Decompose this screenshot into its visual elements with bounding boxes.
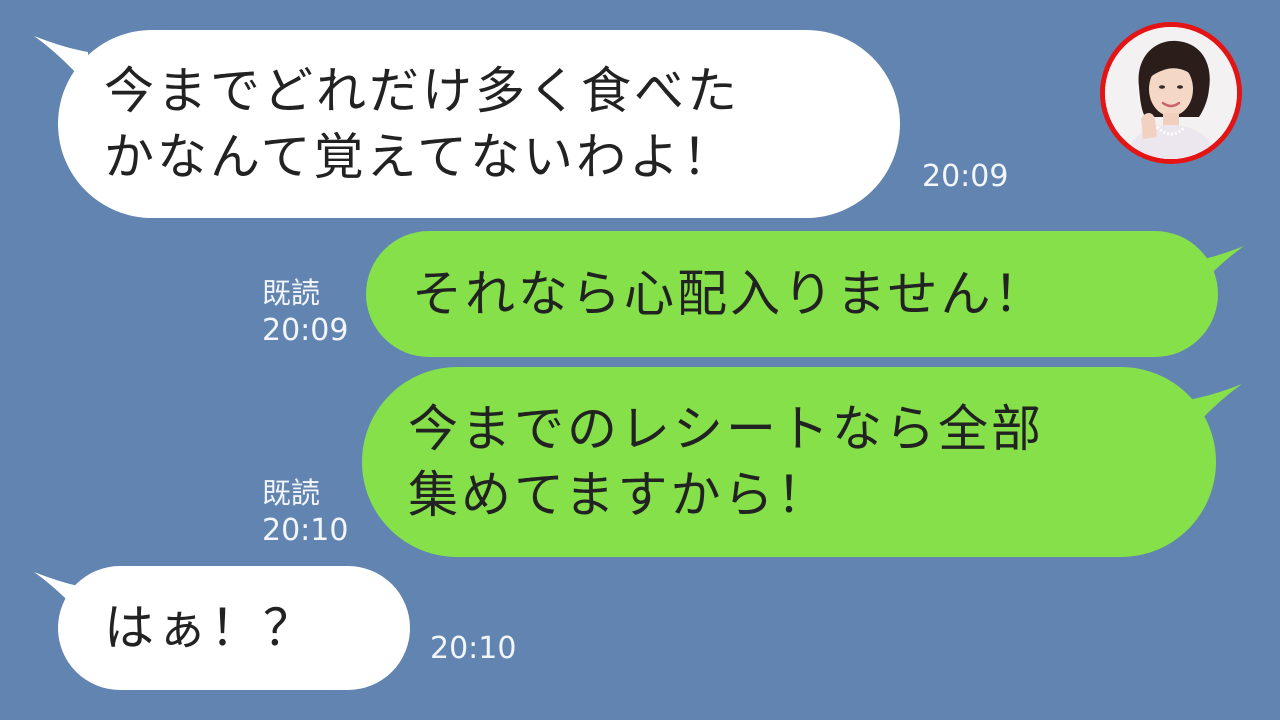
read-receipt-label: 既読 bbox=[262, 476, 321, 510]
message-line: 今までのレシートなら全部 bbox=[408, 400, 1044, 458]
message-time: 20:09 bbox=[922, 159, 1009, 194]
message-line: はぁ！？ bbox=[104, 599, 316, 657]
message-line: かなんて覚えてないわよ！ bbox=[104, 128, 735, 186]
message-bubble-outgoing[interactable]: それなら心配入りません！ bbox=[366, 231, 1218, 357]
message-time: 20:10 bbox=[262, 513, 349, 548]
message-time: 20:09 bbox=[262, 313, 349, 348]
contact-avatar[interactable] bbox=[1100, 22, 1242, 164]
message-bubble-incoming[interactable]: 今までどれだけ多く食べた かなんて覚えてないわよ！ bbox=[58, 30, 900, 218]
message-text: 今までのレシートなら全部 集めてますから！ bbox=[408, 396, 1044, 528]
read-receipt-label: 既読 bbox=[262, 276, 321, 310]
message-meta: 既読 20:09 bbox=[262, 274, 348, 350]
message-bubble-outgoing[interactable]: 今までのレシートなら全部 集めてますから！ bbox=[362, 367, 1216, 557]
message-text: はぁ！？ bbox=[104, 595, 316, 661]
message-text: 今までどれだけ多く食べた かなんて覚えてないわよ！ bbox=[104, 58, 740, 190]
message-line: 今までどれだけ多く食べた bbox=[104, 62, 740, 120]
user-photo-icon bbox=[1105, 27, 1237, 159]
message-meta: 既読 20:10 bbox=[262, 474, 348, 550]
message-line: 集めてますから！ bbox=[408, 466, 830, 524]
message-bubble-incoming[interactable]: はぁ！？ bbox=[58, 566, 410, 690]
message-time: 20:10 bbox=[430, 631, 517, 666]
message-line: それなら心配入りません！ bbox=[412, 265, 1047, 323]
message-text: それなら心配入りません！ bbox=[412, 261, 1047, 327]
